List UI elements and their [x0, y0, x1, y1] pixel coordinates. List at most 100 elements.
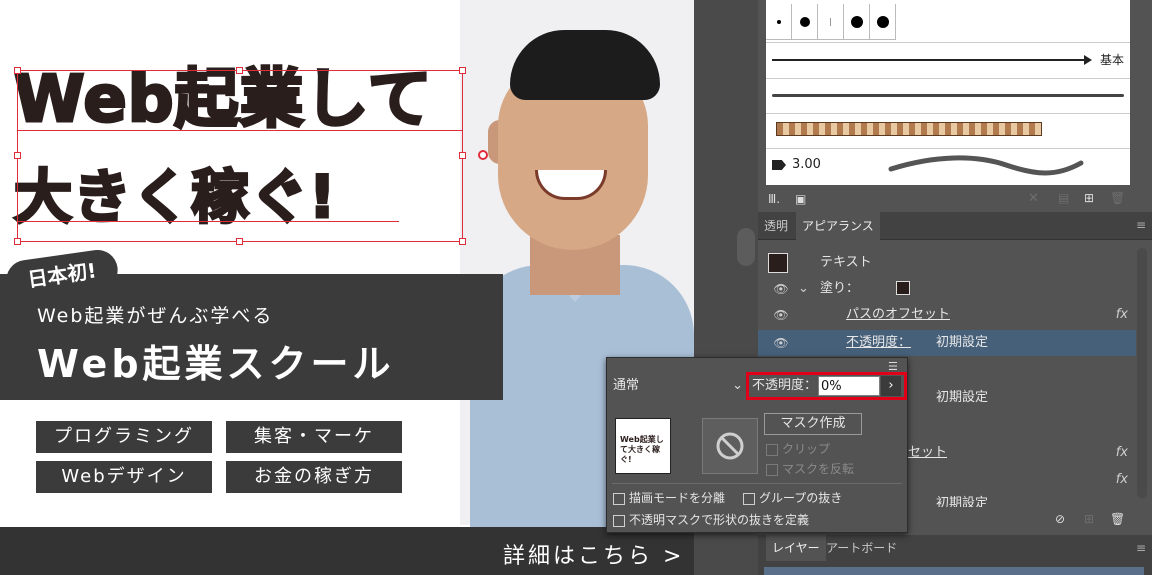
panel-menu-icon[interactable]: ≡ [1136, 218, 1146, 232]
subtitle: Web起業がぜんぶ学べる [37, 305, 274, 327]
knockout-group-checkbox[interactable]: グループの抜き [743, 489, 842, 507]
clip-checkbox[interactable]: クリップ [766, 440, 830, 458]
canvas-scrollbar[interactable] [737, 228, 755, 266]
chevron-down-icon: ⌄ [732, 378, 743, 393]
opacity-label: 不透明度： [752, 378, 818, 393]
row-label[interactable]: パスのオフセット [846, 302, 950, 328]
tag-marketing: 集客・マーケ [226, 421, 402, 453]
appearance-row-opacity[interactable]: 👁 不透明度： 初期設定 [758, 330, 1136, 356]
mask-thumbnail[interactable] [702, 418, 758, 474]
thumbnail-text: Web起業して大きく稼ぐ! [620, 435, 664, 464]
stroke-arrow [1084, 55, 1092, 65]
brush-pattern[interactable] [766, 113, 1130, 148]
make-mask-button[interactable]: マスク作成 [764, 413, 862, 435]
resize-handle[interactable] [459, 152, 466, 159]
text-baseline-guide [17, 221, 399, 222]
popup-divider [612, 483, 902, 484]
delete-brush-icon[interactable]: 🗑 [1110, 191, 1125, 205]
row-label: テキスト [820, 255, 872, 270]
resize-handle[interactable] [14, 67, 21, 74]
eye-icon[interactable]: 👁 [772, 302, 790, 328]
tab-layers[interactable]: レイヤー [766, 535, 826, 561]
appearance-scrollbar[interactable] [1137, 248, 1147, 498]
wave-stroke [888, 155, 1084, 176]
checkbox-box [613, 514, 625, 527]
brush-dots-row [766, 4, 896, 40]
stroke-weight-icon [772, 160, 786, 170]
blend-mode-select[interactable]: 通常 ⌄ [613, 376, 745, 396]
row-value: 初期設定 [936, 335, 989, 350]
isolate-blending-checkbox[interactable]: 描画モードを分離 [613, 489, 725, 507]
brush-folder-icon[interactable]: ▣ [795, 192, 806, 206]
tag-web-design: Webデザイン [36, 461, 212, 493]
fx-icon[interactable]: fx [1116, 467, 1128, 493]
resize-handle[interactable] [14, 238, 21, 245]
chevron-down-icon[interactable]: ⌄ [798, 276, 809, 302]
brush-wave[interactable]: 3.00 [766, 148, 1130, 184]
brush-options-icon[interactable]: ▤ [1058, 191, 1069, 205]
tag-money: お金の稼ぎ方 [226, 461, 402, 493]
stroke-weight-value: 3.00 [792, 157, 821, 172]
duplicate-item-icon[interactable]: ⊞ [1084, 512, 1094, 526]
brush-basic[interactable]: 基本 [766, 42, 1130, 77]
opacity-mask-knockout-label: 不透明マスクで形状の抜きを定義 [629, 513, 810, 527]
person-hair [510, 30, 660, 100]
knockout-group-label: グループの抜き [759, 491, 843, 505]
clip-label: クリップ [782, 442, 831, 456]
charcoal-stroke [772, 94, 1124, 97]
row-label[interactable]: 不透明度： [846, 330, 911, 356]
invert-mask-checkbox[interactable]: マスクを反転 [766, 460, 854, 478]
delete-item-icon[interactable]: 🗑 [1110, 512, 1125, 526]
panel-tab-bar: 透明 アピアランス ≡ [758, 212, 1152, 240]
appearance-row-offset[interactable]: 👁 パスのオフセット fx [758, 302, 1136, 328]
new-brush-icon[interactable]: ⊞ [1084, 191, 1094, 205]
details-link: 詳細はこちら > [503, 544, 685, 569]
tab-appearance[interactable]: アピアランス [796, 212, 880, 240]
opacity-mask-knockout-checkbox[interactable]: 不透明マスクで形状の抜きを定義 [613, 511, 809, 529]
eye-icon[interactable]: 👁 [772, 330, 790, 356]
basic-stroke-line [772, 59, 1090, 61]
checkbox-box [766, 443, 778, 456]
resize-handle[interactable] [236, 67, 243, 74]
no-mask-icon [716, 432, 744, 460]
fill-swatch[interactable] [896, 281, 910, 295]
resize-handle[interactable] [459, 238, 466, 245]
resize-handle[interactable] [14, 152, 21, 159]
layers-menu-icon[interactable]: ≡ [1136, 541, 1146, 555]
eye-icon[interactable]: 👁 [772, 276, 790, 302]
fx-icon[interactable]: fx [1116, 302, 1128, 328]
text-baseline-guide [17, 130, 463, 131]
layer-row[interactable] [764, 567, 1144, 575]
opacity-input[interactable] [818, 376, 880, 396]
clear-appearance-icon[interactable]: ⊘ [1055, 512, 1065, 526]
brush-charcoal[interactable] [766, 78, 1130, 113]
checkbox-box [766, 463, 778, 476]
pattern-stroke [776, 122, 1042, 136]
brush-dot-medium[interactable] [792, 4, 818, 40]
resize-handle[interactable] [236, 238, 243, 245]
row-value: 初期設定 [936, 496, 989, 508]
appearance-row-fill[interactable]: 👁 ⌄ 塗り： [758, 276, 1136, 302]
opacity-slider-toggle[interactable]: › [881, 376, 901, 396]
remove-brush-icon[interactable]: ✕ [1028, 191, 1039, 206]
brush-dot-small[interactable] [766, 4, 792, 40]
fx-icon[interactable]: fx [1116, 440, 1128, 466]
appearance-row-text[interactable]: テキスト [758, 250, 1136, 276]
row-label[interactable]: セット [908, 440, 947, 466]
artboard-banner[interactable]: Web起業して 大きく稼ぐ! 日本初! Web起業がぜんぶ学べる Web起業スク… [0, 0, 694, 575]
school-name: Web起業スクール [37, 342, 395, 386]
basic-label: 基本 [1100, 53, 1125, 67]
rotate-handle[interactable] [478, 150, 488, 160]
brush-dot-xlarge[interactable] [870, 4, 896, 40]
selection-bounding-box[interactable] [17, 70, 463, 242]
resize-handle[interactable] [459, 67, 466, 74]
brush-dot-large[interactable] [844, 4, 870, 40]
object-thumbnail[interactable]: Web起業して大きく稼ぐ! [615, 418, 671, 474]
brush-libraries-icon[interactable]: Ⅲ. [768, 192, 780, 206]
checkbox-box [613, 492, 625, 505]
tab-artboards[interactable]: アートボード [820, 535, 903, 561]
blend-mode-value: 通常 [613, 378, 640, 393]
brush-dot-thin[interactable] [818, 4, 844, 40]
tab-transparency[interactable]: 透明 [758, 212, 794, 240]
row-label: 塗り： [820, 281, 860, 296]
